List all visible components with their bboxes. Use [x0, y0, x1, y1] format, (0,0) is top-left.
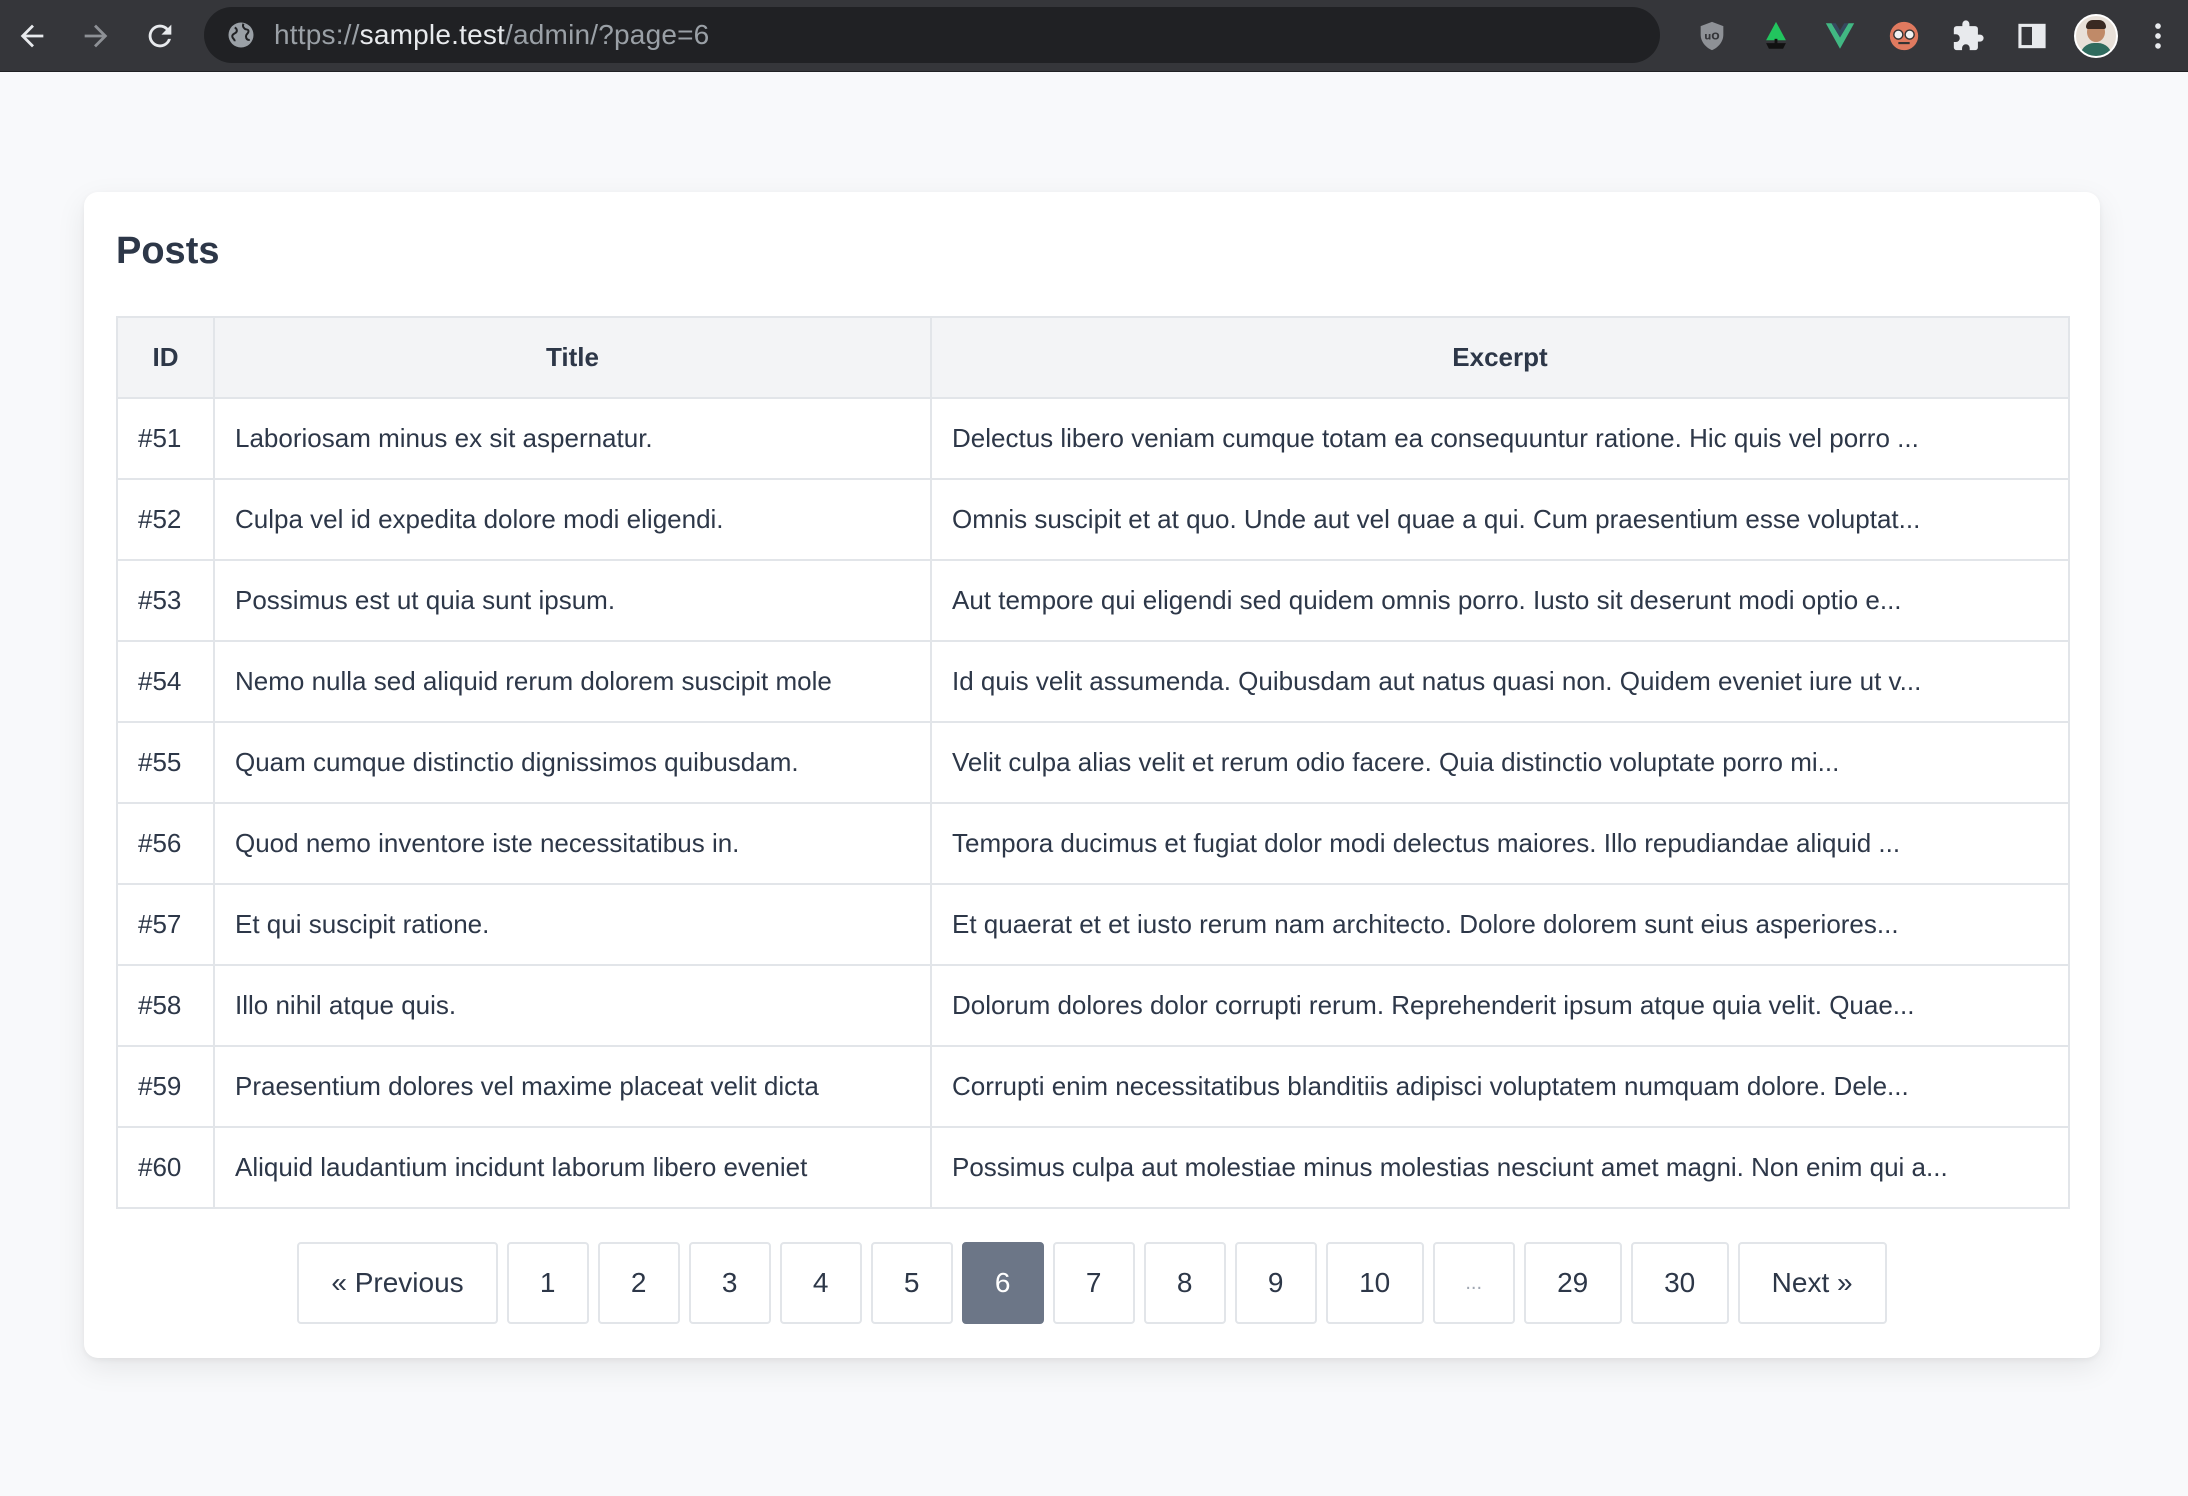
vue-devtools-extension[interactable]: [1808, 0, 1872, 72]
table-row: #57 Et qui suscipit ratione. Et quaerat …: [116, 883, 2070, 966]
cell-id: #60: [116, 1126, 215, 1209]
puzzle-icon: [1953, 20, 1984, 51]
table-row: #59 Praesentium dolores vel maxime place…: [116, 1045, 2070, 1128]
cell-title: Et qui suscipit ratione.: [213, 883, 932, 966]
cell-excerpt: Corrupti enim necessitatibus blanditiis …: [930, 1045, 2070, 1128]
url-scheme: https://: [274, 19, 360, 50]
reload-button[interactable]: [128, 0, 192, 72]
next-page-button[interactable]: Next »: [1737, 1242, 1887, 1324]
cell-id: #51: [116, 397, 215, 480]
forward-button[interactable]: [64, 0, 128, 72]
green-tree-icon: [1766, 21, 1786, 49]
cell-title: Illo nihil atque quis.: [213, 964, 932, 1047]
page-button-2[interactable]: 2: [597, 1242, 680, 1324]
table-row: #60 Aliquid laudantium incidunt laborum …: [116, 1126, 2070, 1209]
cell-excerpt: Dolorum dolores dolor corrupti rerum. Re…: [930, 964, 2070, 1047]
svg-text:uO: uO: [1704, 32, 1719, 43]
ublock-extension[interactable]: uO: [1680, 0, 1744, 72]
page-button-9[interactable]: 9: [1234, 1242, 1317, 1324]
table-row: #52 Culpa vel id expedita dolore modi el…: [116, 478, 2070, 561]
page-button-6-current[interactable]: 6: [961, 1242, 1044, 1324]
page-button-30[interactable]: 30: [1630, 1242, 1729, 1324]
previous-page-button[interactable]: « Previous: [297, 1242, 498, 1324]
cell-title: Quod nemo inventore iste necessitatibus …: [213, 802, 932, 885]
page-title: Posts: [116, 230, 220, 272]
profile-button[interactable]: [2064, 0, 2128, 72]
globe-icon: [228, 22, 254, 48]
url-path: /admin/?page=6: [505, 19, 710, 50]
ublock-icon: uO: [1700, 21, 1724, 51]
page-button-3[interactable]: 3: [688, 1242, 771, 1324]
cell-title: Culpa vel id expedita dolore modi eligen…: [213, 478, 932, 561]
table-header-row: ID Title Excerpt: [116, 316, 2070, 399]
cell-id: #58: [116, 964, 215, 1047]
cell-title: Possimus est ut quia sunt ipsum.: [213, 559, 932, 642]
url-text: https://sample.test/admin/?page=6: [274, 19, 709, 51]
page-button-29[interactable]: 29: [1523, 1242, 1622, 1324]
table-row: #56 Quod nemo inventore iste necessitati…: [116, 802, 2070, 885]
cell-title: Laboriosam minus ex sit aspernatur.: [213, 397, 932, 480]
cell-id: #57: [116, 883, 215, 966]
page-button-4[interactable]: 4: [779, 1242, 862, 1324]
pagination: « Previous 1 2 3 4 5 6 7 8 9 10 ... 29 3…: [84, 1242, 2100, 1324]
table-row: #54 Nemo nulla sed aliquid rerum dolorem…: [116, 640, 2070, 723]
posts-table: ID Title Excerpt #51 Laboriosam minus ex…: [116, 316, 2070, 1209]
side-panel-button[interactable]: [2000, 0, 2064, 72]
page-button-1[interactable]: 1: [506, 1242, 589, 1324]
extensions-area: uO: [1680, 0, 2188, 72]
reviewer-icon: [1889, 21, 1919, 51]
browser-toolbar: https://sample.test/admin/?page=6 uO: [0, 0, 2188, 72]
cell-title: Praesentium dolores vel maxime placeat v…: [213, 1045, 932, 1128]
page-button-7[interactable]: 7: [1052, 1242, 1135, 1324]
browser-menu-button[interactable]: [2128, 0, 2188, 72]
arrow-left-icon: [20, 24, 44, 47]
page-button-8[interactable]: 8: [1143, 1242, 1226, 1324]
cell-excerpt: Et quaerat et et iusto rerum nam archite…: [930, 883, 2070, 966]
pagination-ellipsis: ...: [1432, 1242, 1515, 1324]
cell-id: #52: [116, 478, 215, 561]
posts-card: Posts ID Title Excerpt #51 Laboriosam mi…: [84, 192, 2100, 1358]
cell-excerpt: Aut tempore qui eligendi sed quidem omni…: [930, 559, 2070, 642]
cell-title: Aliquid laudantium incidunt laborum libe…: [213, 1126, 932, 1209]
vue-devtools-icon: [1825, 23, 1855, 49]
column-header-id: ID: [116, 316, 215, 399]
cell-id: #55: [116, 721, 215, 804]
column-header-excerpt: Excerpt: [930, 316, 2070, 399]
cell-excerpt: Tempora ducimus et fugiat dolor modi del…: [930, 802, 2070, 885]
table-row: #55 Quam cumque distinctio dignissimos q…: [116, 721, 2070, 804]
cell-id: #53: [116, 559, 215, 642]
avatar: [2074, 14, 2118, 58]
side-panel-icon: [2018, 23, 2046, 49]
address-bar[interactable]: https://sample.test/admin/?page=6: [204, 7, 1660, 63]
cell-title: Quam cumque distinctio dignissimos quibu…: [213, 721, 932, 804]
reload-icon: [148, 24, 172, 47]
url-host: sample.test: [359, 19, 506, 50]
table-row: #58 Illo nihil atque quis. Dolorum dolor…: [116, 964, 2070, 1047]
table-row: #51 Laboriosam minus ex sit aspernatur. …: [116, 397, 2070, 480]
page-button-5[interactable]: 5: [870, 1242, 953, 1324]
reviewer-extension[interactable]: [1872, 0, 1936, 72]
cell-id: #56: [116, 802, 215, 885]
extensions-button[interactable]: [1936, 0, 2000, 72]
cell-excerpt: Velit culpa alias velit et rerum odio fa…: [930, 721, 2070, 804]
cell-excerpt: Id quis velit assumenda. Quibusdam aut n…: [930, 640, 2070, 723]
column-header-title: Title: [213, 316, 932, 399]
cell-id: #54: [116, 640, 215, 723]
cell-excerpt: Omnis suscipit et at quo. Unde aut vel q…: [930, 478, 2070, 561]
page-button-10[interactable]: 10: [1325, 1242, 1424, 1324]
more-vertical-icon: [2155, 23, 2161, 49]
cell-excerpt: Delectus libero veniam cumque totam ea c…: [930, 397, 2070, 480]
table-row: #53 Possimus est ut quia sunt ipsum. Aut…: [116, 559, 2070, 642]
cell-excerpt: Possimus culpa aut molestiae minus moles…: [930, 1126, 2070, 1209]
green-tree-extension[interactable]: [1744, 0, 1808, 72]
back-button[interactable]: [0, 0, 64, 72]
arrow-right-icon: [84, 24, 108, 47]
cell-title: Nemo nulla sed aliquid rerum dolorem sus…: [213, 640, 932, 723]
cell-id: #59: [116, 1045, 215, 1128]
